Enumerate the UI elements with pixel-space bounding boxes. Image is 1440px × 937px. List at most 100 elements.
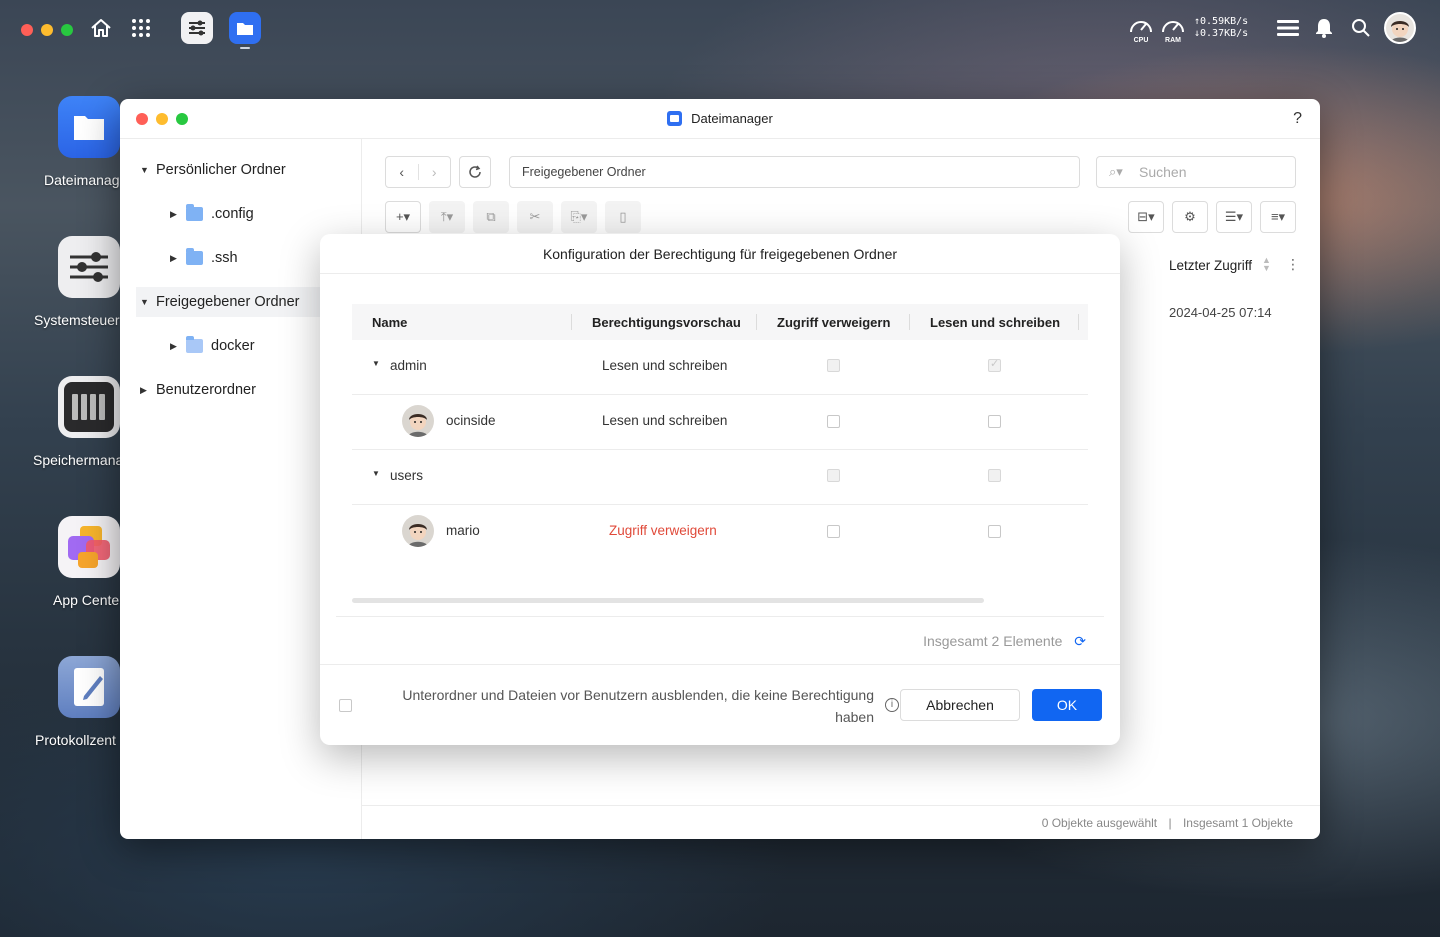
window-titlebar[interactable]: Dateimanager ?: [120, 99, 1320, 139]
sort-arrows-icon[interactable]: ▲ ▼: [1262, 256, 1271, 273]
header-divider: [909, 314, 910, 330]
caret-right-icon[interactable]: ▶: [170, 341, 186, 352]
dialog-footer: Unterordner und Dateien vor Benutzern au…: [320, 664, 1120, 745]
window-title: Dateimanager: [691, 111, 773, 126]
caret-down-icon[interactable]: ▼: [372, 469, 380, 478]
status-selected: 0 Objekte ausgewählt: [1041, 816, 1158, 830]
speichermanager-app-icon: [58, 376, 120, 438]
upload-button[interactable]: ⤒▾: [429, 201, 465, 233]
taskbar-systemsteuerung-icon[interactable]: [181, 12, 213, 44]
cut-button[interactable]: ✂: [517, 201, 553, 233]
forward-button[interactable]: ›: [419, 164, 451, 180]
table-row[interactable]: mario Zugriff verweigern: [352, 505, 1088, 560]
toolbox-button[interactable]: ⊟▾: [1128, 201, 1164, 233]
table-row[interactable]: ▼ users: [352, 450, 1088, 505]
search-input[interactable]: ⌕▾ Suchen: [1096, 156, 1296, 188]
row-name: mario: [446, 523, 480, 538]
column-menu-icon[interactable]: ⋮: [1286, 256, 1300, 273]
window-maximize-button[interactable]: [176, 113, 188, 125]
ram-gauge-icon[interactable]: RAM: [1160, 16, 1186, 44]
header-read-write[interactable]: Lesen und schreiben: [930, 304, 1060, 340]
nav-buttons: ‹ ›: [385, 156, 451, 188]
refresh-button[interactable]: [459, 156, 491, 188]
search-icon[interactable]: [1350, 17, 1372, 39]
folder-icon: [186, 204, 203, 221]
window-close-button[interactable]: [136, 113, 148, 125]
shared-folder-icon: [186, 336, 203, 353]
row-name: users: [390, 468, 424, 483]
cpu-gauge-icon[interactable]: CPU: [1128, 16, 1154, 44]
row-name: ocinside: [446, 413, 496, 428]
caret-right-icon[interactable]: ▶: [170, 209, 186, 220]
read-write-checkbox[interactable]: [988, 357, 1001, 372]
tree-item-docker[interactable]: ▶ docker: [170, 331, 255, 361]
info-icon[interactable]: i: [885, 698, 899, 712]
help-button[interactable]: ?: [1293, 110, 1302, 128]
tree-item-persoenlicher-ordner[interactable]: ▼ Persönlicher Ordner: [140, 155, 286, 185]
user-avatar: [402, 515, 434, 547]
header-preview[interactable]: Berechtigungsvorschau: [592, 304, 741, 340]
refresh-icon: [469, 165, 481, 178]
rename-button[interactable]: ▯: [605, 201, 641, 233]
caret-down-icon[interactable]: ▼: [140, 297, 156, 307]
permission-table-header: Name Berechtigungsvorschau Zugriff verwe…: [352, 304, 1088, 340]
tree-item-ssh[interactable]: ▶ .ssh: [170, 243, 238, 273]
task-list-icon[interactable]: [1276, 18, 1300, 38]
download-speed: ↓0.37KB/s: [1194, 28, 1249, 39]
caret-down-icon[interactable]: ▼: [372, 359, 380, 368]
tree-label: .ssh: [211, 250, 238, 266]
taskbar-dateimanager-icon[interactable]: [229, 12, 261, 44]
tree-item-config[interactable]: ▶ .config: [170, 199, 254, 229]
back-button[interactable]: ‹: [386, 164, 419, 180]
ok-button[interactable]: OK: [1032, 689, 1102, 721]
paste-button[interactable]: ⎘▾: [561, 201, 597, 233]
horizontal-scrollbar[interactable]: [352, 598, 984, 603]
status-separator: |: [1168, 816, 1172, 830]
settings-button[interactable]: ⚙: [1172, 201, 1208, 233]
caret-right-icon[interactable]: ▶: [170, 253, 186, 264]
read-write-checkbox[interactable]: [988, 469, 1001, 482]
tree-item-benutzerordner[interactable]: ▶ Benutzerordner: [140, 375, 256, 405]
table-row[interactable]: ocinside Lesen und schreiben: [352, 395, 1088, 450]
apps-grid-icon[interactable]: [130, 17, 152, 39]
refresh-icon[interactable]: ⟳: [1074, 633, 1086, 649]
header-deny[interactable]: Zugriff verweigern: [777, 304, 890, 340]
path-input[interactable]: Freigegebener Ordner: [509, 156, 1080, 188]
tree-label: Persönlicher Ordner: [156, 162, 286, 178]
top-bar: CPU RAM ↑0.59KB/s ↓0.37KB/s: [0, 0, 1440, 56]
file-row-last-access[interactable]: 2024-04-25 07:14: [1169, 305, 1272, 320]
header-divider: [1078, 314, 1079, 330]
caret-right-icon[interactable]: ▶: [140, 385, 156, 396]
cancel-button[interactable]: Abbrechen: [900, 689, 1020, 721]
divider: [336, 616, 1104, 617]
sort-button[interactable]: ≡▾: [1260, 201, 1296, 233]
network-speed[interactable]: ↑0.59KB/s ↓0.37KB/s: [1194, 16, 1248, 40]
close-dot[interactable]: [21, 24, 33, 36]
read-write-checkbox[interactable]: [988, 415, 1001, 428]
header-name[interactable]: Name: [372, 304, 407, 340]
read-write-checkbox[interactable]: [988, 525, 1001, 538]
deny-checkbox[interactable]: [827, 469, 840, 482]
bell-icon[interactable]: [1314, 17, 1334, 39]
deny-checkbox[interactable]: [827, 359, 840, 372]
dialog-total: Insgesamt 2 Elemente ⟳: [923, 633, 1086, 650]
tree-label: .config: [211, 206, 254, 222]
maximize-dot[interactable]: [61, 24, 73, 36]
upload-speed: ↑0.59KB/s: [1194, 16, 1249, 27]
view-mode-button[interactable]: ☰▾: [1216, 201, 1252, 233]
home-icon[interactable]: [88, 16, 114, 40]
window-minimize-button[interactable]: [156, 113, 168, 125]
column-header-last-access[interactable]: Letzter Zugriff: [1169, 258, 1252, 273]
permission-dialog: Konfiguration der Berechtigung für freig…: [320, 234, 1120, 745]
table-row[interactable]: ▼ admin Lesen und schreiben: [352, 340, 1088, 395]
copy-button[interactable]: ⧉: [473, 201, 509, 233]
user-avatar[interactable]: [1384, 12, 1416, 44]
hide-unauthorized-checkbox[interactable]: [339, 699, 352, 712]
deny-checkbox[interactable]: [827, 525, 840, 538]
protokollzentrum-app-icon: [58, 656, 120, 718]
caret-down-icon[interactable]: ▼: [140, 165, 156, 175]
minimize-dot[interactable]: [41, 24, 53, 36]
add-button[interactable]: +▾: [385, 201, 421, 233]
deny-checkbox[interactable]: [827, 415, 840, 428]
total-count: Insgesamt 2 Elemente: [923, 633, 1063, 649]
